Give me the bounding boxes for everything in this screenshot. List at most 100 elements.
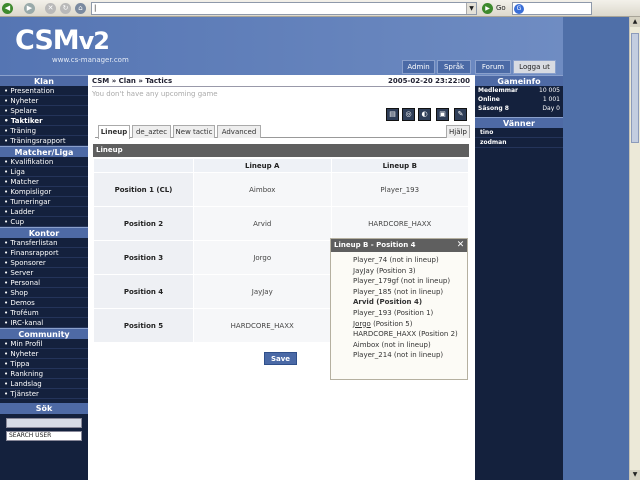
search-type-select[interactable]: SEARCH USER [6, 431, 82, 441]
player-option[interactable]: JayJay (Position 3) [353, 266, 467, 277]
position-label: Position 3 [93, 240, 194, 275]
nav-item-training[interactable]: • Träning [0, 126, 88, 136]
lineup-a-cell[interactable]: Jorgo [193, 240, 332, 275]
gameinfo-online: Online 1 001 [478, 96, 560, 103]
back-icon[interactable]: ◀ [2, 3, 13, 14]
right-background [563, 17, 629, 480]
gameinfo-season: Säsong 8 Day 0 [478, 105, 560, 112]
nav-item-news[interactable]: • Nyheter [0, 96, 88, 106]
chevron-down-icon[interactable]: ▼ [466, 3, 476, 14]
nav-section-office: Kontor [0, 227, 88, 238]
close-icon[interactable]: ✕ [456, 241, 465, 250]
table-header-empty [93, 158, 194, 173]
nav-item-matches[interactable]: • Matcher [0, 177, 88, 187]
gameinfo-members: Medlemmar 10 005 [478, 87, 560, 94]
lineup-icon[interactable]: ▤ [386, 108, 399, 121]
nav-item-ladder[interactable]: • Ladder [0, 207, 88, 217]
column-header-lineup-a: Lineup A [193, 158, 332, 173]
site-logo[interactable]: CSMv2 [15, 25, 110, 56]
nav-item-tactics[interactable]: • Taktiker [0, 116, 88, 126]
nav-item-demos[interactable]: • Demos [0, 298, 88, 308]
url-input[interactable]: | ▼ [91, 2, 477, 15]
player-select-popup: Lineup B - Position 4 ✕ Player_74 (not i… [330, 238, 468, 380]
home-icon[interactable]: ⌂ [75, 3, 86, 14]
lineup-b-cell[interactable]: Player_193 [330, 172, 469, 207]
go-icon[interactable]: ▶ [482, 3, 493, 14]
nav-item-league[interactable]: • Liga [0, 167, 88, 177]
nav-section-clan: Klan [0, 75, 88, 86]
nav-item-staff[interactable]: • Personal [0, 278, 88, 288]
help-tab[interactable]: Hjälp [446, 125, 470, 138]
position-label: Position 4 [93, 274, 194, 309]
nav-item-ranking[interactable]: • Rankning [0, 369, 88, 379]
friend-item[interactable]: zodman [475, 138, 563, 148]
nav-item-training-report[interactable]: • Träningsrapport [0, 136, 88, 146]
player-option[interactable]: Aimbox (not in lineup) [353, 340, 467, 351]
monitor-icon[interactable]: ▣ [436, 108, 449, 121]
nav-logout[interactable]: Logga ut [513, 60, 556, 74]
nav-language[interactable]: Språk [437, 60, 471, 74]
lineup-a-cell[interactable]: HARDCORE_HAXX [193, 308, 332, 343]
table-row: Position 1 (CL) Aimbox Player_193 [93, 172, 469, 207]
nav-item-sponsors[interactable]: • Sponsorer [0, 258, 88, 268]
scroll-up-icon[interactable]: ▲ [630, 17, 640, 27]
tab-bar: Lineup de_aztec New tactic Advanced Hjäl… [95, 125, 470, 139]
player-option[interactable]: Player_185 (not in lineup) [353, 287, 467, 298]
sidebar-search-input[interactable] [6, 418, 82, 428]
position-label: Position 5 [93, 308, 194, 343]
lineup-a-cell[interactable]: Arvid [193, 206, 332, 241]
tab-lineup[interactable]: Lineup [98, 125, 130, 139]
lineup-b-cell[interactable]: HARDCORE_HAXX [330, 206, 469, 241]
tab-new-tactic[interactable]: New tactic [173, 125, 215, 138]
nav-item-tournaments[interactable]: • Turneringar [0, 197, 88, 207]
table-row: Position 2 Arvid HARDCORE_HAXX [93, 206, 469, 241]
nav-item-presentation[interactable]: • Presentation [0, 86, 88, 96]
browser-search-input[interactable]: G [512, 2, 592, 15]
divider [92, 86, 470, 87]
player-option[interactable]: Player_74 (not in lineup) [353, 255, 467, 266]
nav-item-irc[interactable]: • IRC-kanal [0, 318, 88, 328]
popup-title: Lineup B - Position 4 [334, 241, 416, 249]
player-option[interactable]: Player_193 (Position 1) [353, 308, 467, 319]
nav-section-search: Sök [0, 403, 88, 414]
friend-item[interactable]: tino [475, 128, 563, 138]
nav-item-friend-leagues[interactable]: • Kompisligor [0, 187, 88, 197]
player-option[interactable]: Player_179gf (not in lineup) [353, 276, 467, 287]
map-icon[interactable]: ◐ [418, 108, 431, 121]
go-button[interactable]: Go [496, 4, 506, 12]
stop-icon[interactable]: ✕ [45, 3, 56, 14]
nav-forum[interactable]: Forum [475, 60, 511, 74]
google-icon: G [514, 4, 524, 14]
nav-admin[interactable]: Admin [402, 60, 435, 74]
tab-advanced[interactable]: Advanced [217, 125, 261, 138]
edit-icon[interactable]: ✎ [454, 108, 467, 121]
nav-item-shop[interactable]: • Shop [0, 288, 88, 298]
tab-de-aztec[interactable]: de_aztec [132, 125, 171, 138]
lineup-a-cell[interactable]: JayJay [193, 274, 332, 309]
scroll-down-icon[interactable]: ▼ [630, 470, 640, 480]
nav-item-cup[interactable]: • Cup [0, 217, 88, 227]
player-option[interactable]: HARDCORE_HAXX (Position 2) [353, 329, 467, 340]
nav-item-finance-report[interactable]: • Finansrapport [0, 248, 88, 258]
reload-icon[interactable]: ↻ [60, 3, 71, 14]
nav-item-national-team[interactable]: • Landslag [0, 379, 88, 389]
forward-icon[interactable]: ▶ [24, 3, 35, 14]
player-option-hovered[interactable]: Jorgo (Position 5) [353, 319, 467, 330]
table-header-row: Lineup A Lineup B [93, 158, 469, 173]
nav-item-community-news[interactable]: • Nyheter [0, 349, 88, 359]
scroll-thumb[interactable] [631, 33, 639, 143]
player-option[interactable]: Player_214 (not in lineup) [353, 350, 467, 361]
player-option-selected[interactable]: Arvid (Position 4) [353, 297, 467, 308]
nav-item-qualification[interactable]: • Kvalifikation [0, 157, 88, 167]
nav-item-my-profile[interactable]: • Min Profil [0, 339, 88, 349]
page-scrollbar[interactable]: ▲ ▼ [629, 17, 640, 480]
nav-item-players[interactable]: • Spelare [0, 106, 88, 116]
tactics-icon[interactable]: ◎ [402, 108, 415, 121]
nav-item-trophies[interactable]: • Troféum [0, 308, 88, 318]
nav-item-betting[interactable]: • Tippa [0, 359, 88, 369]
nav-item-services[interactable]: • Tjänster [0, 389, 88, 399]
lineup-a-cell[interactable]: Aimbox [193, 172, 332, 207]
nav-item-transfer-list[interactable]: • Transferlistan [0, 238, 88, 248]
nav-item-server[interactable]: • Server [0, 268, 88, 278]
save-button[interactable]: Save [264, 352, 297, 365]
